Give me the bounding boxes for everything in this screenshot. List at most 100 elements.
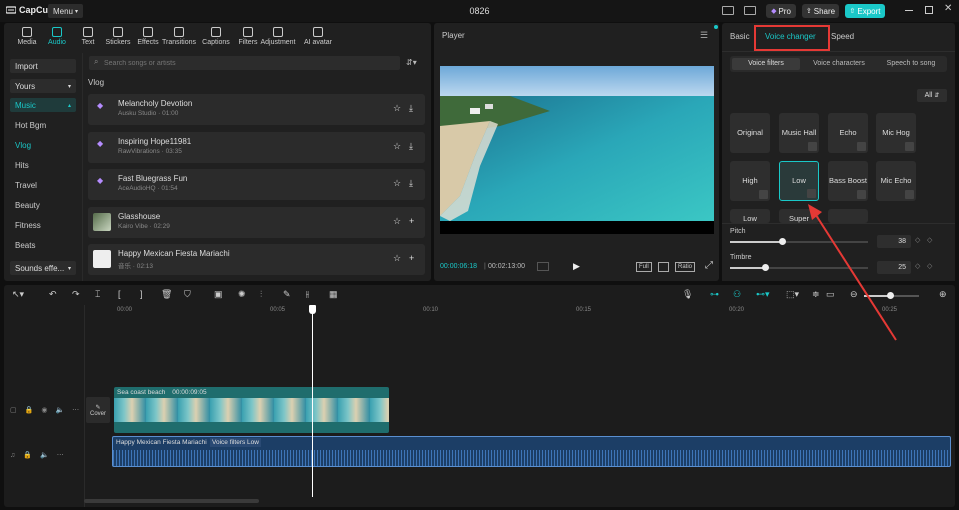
hamburger-menu-icon[interactable]: ☰ [700, 30, 708, 41]
main-track-magnet-icon[interactable]: ⊶ [710, 289, 719, 300]
more-icon[interactable]: ⋯ [57, 451, 64, 459]
import-button[interactable]: Import [10, 59, 76, 73]
list-item[interactable]: ◆ Inspiring Hope11981 RawVibrations · 03:3… [88, 131, 425, 163]
favorite-star-icon[interactable]: ☆ [393, 253, 401, 264]
lock-icon[interactable]: 🔒 [25, 406, 34, 414]
tab-speed[interactable]: Speed [831, 32, 854, 41]
sub-tab-speech-to-song[interactable]: Speech to song [877, 58, 945, 70]
redo-icon[interactable]: ↷ [72, 289, 80, 300]
calendar-icon[interactable]: ▦ [329, 289, 338, 300]
delete-icon[interactable]: 🗑 [161, 289, 172, 300]
playhead-handle[interactable] [309, 305, 316, 314]
tab-adjustment[interactable]: Adjustment [260, 27, 296, 46]
ratio-button[interactable]: Ratio [675, 262, 696, 272]
lock-icon[interactable]: 🔒 [23, 451, 32, 459]
video-preview[interactable] [440, 66, 714, 234]
shortcuts-icon[interactable] [744, 6, 756, 15]
pitch-stepper-icon[interactable]: ◇ [915, 236, 920, 244]
add-icon[interactable]: + [409, 216, 414, 226]
speaker-icon[interactable]: 🔈 [55, 406, 64, 414]
sub-tab-voice-characters[interactable]: Voice characters [804, 58, 874, 70]
sidebar-item-hits[interactable]: Hits [15, 161, 29, 170]
tab-basic[interactable]: Basic [730, 32, 750, 41]
voice-filter-echo[interactable]: Echo [828, 113, 868, 153]
filter-sort-icon[interactable]: ⇵▾ [406, 58, 417, 67]
zoom-in-icon[interactable]: ⊕ [939, 289, 947, 300]
sub-tab-voice-filters[interactable]: Voice filters [732, 58, 800, 70]
sounds-effects-dropdown[interactable]: Sounds effe... ▾ [10, 261, 76, 275]
effect-icon[interactable]: ✺ [238, 289, 246, 300]
crop-icon[interactable] [658, 262, 669, 272]
favorite-star-icon[interactable]: ☆ [393, 103, 401, 114]
list-item[interactable]: Happy Mexican Fiesta Mariachi 音乐 · 02:13 ☆… [88, 244, 425, 275]
audio-split-icon[interactable]: ⫲ [306, 289, 309, 300]
timbre-keyframe-icon[interactable]: ◇ [927, 262, 932, 270]
pitch-slider-knob[interactable] [779, 238, 787, 245]
shield-icon[interactable]: ⛉ [184, 289, 191, 300]
list-item[interactable]: ◆ Fast Bluegrass Fun AceAudioHQ · 01:54 ☆ ⤓ [88, 169, 425, 200]
favorite-star-icon[interactable]: ☆ [393, 216, 401, 227]
pro-button[interactable]: ◆ Pro [766, 4, 796, 18]
menu-button[interactable]: Menu ▾ [48, 4, 83, 18]
download-icon[interactable]: ⤓ [409, 141, 413, 152]
play-icon[interactable]: ▶ [573, 261, 580, 272]
list-item[interactable]: ◆ Melancholy Devotion Ausku Studio · 01:00… [88, 94, 425, 125]
full-button[interactable]: Full [636, 262, 652, 272]
add-icon[interactable]: + [409, 253, 414, 263]
select-tool-icon[interactable]: ↖▾ [12, 289, 24, 300]
tab-transitions[interactable]: Transitions [161, 27, 197, 46]
voice-filter-original[interactable]: Original [730, 113, 770, 153]
sidebar-item-hot-bgm[interactable]: Hot Bgm [15, 121, 46, 130]
sidebar-item-beats[interactable]: Beats [15, 241, 35, 250]
search-box[interactable]: ⌕ [89, 56, 400, 70]
audio-clip[interactable]: Happy Mexican Fiesta Mariachi Voice filt… [112, 436, 951, 467]
undo-icon[interactable]: ↶ [49, 289, 57, 300]
video-clip[interactable]: Sea coast beach 00:00:09:05 [114, 387, 389, 433]
search-input[interactable] [104, 57, 394, 69]
sidebar-item-beauty[interactable]: Beauty [15, 201, 40, 210]
voice-filter-music-hall[interactable]: Music Hall [779, 113, 819, 153]
tab-captions[interactable]: Captions [198, 27, 234, 46]
more-icon[interactable]: ⋯ [72, 406, 79, 414]
linkage-icon[interactable]: ⊷▾ [756, 289, 770, 300]
download-icon[interactable]: ⤓ [409, 103, 413, 114]
microphone-icon[interactable]: 🎙 [682, 289, 693, 300]
voice-filter-low[interactable]: Low [779, 161, 819, 201]
voice-filter-mic-echo[interactable]: Mic Echo [876, 161, 916, 201]
share-button[interactable]: ⇪ Share [802, 4, 839, 18]
filter-all-dropdown[interactable]: All ⇵ [917, 89, 947, 102]
timeline-scrollbar[interactable] [84, 499, 259, 503]
close-icon[interactable]: ✕ [944, 3, 952, 14]
image-edit-icon[interactable]: ▣ [214, 289, 223, 300]
split-right-icon[interactable]: ] [140, 289, 143, 299]
sidebar-item-travel[interactable]: Travel [15, 181, 37, 190]
split-icon[interactable]: ⌶ [95, 289, 100, 300]
split-left-icon[interactable]: [ [118, 289, 121, 299]
voice-filter-low[interactable]: Low [730, 209, 770, 223]
list-item[interactable]: Glasshouse Kairo Vibe · 02:29 ☆ + [88, 206, 425, 238]
magic-icon[interactable]: ✎ [283, 289, 291, 300]
export-button[interactable]: ⇧ Export [845, 4, 885, 18]
tab-ai-avatar[interactable]: AI avatar [300, 27, 336, 46]
sidebar-item-fitness[interactable]: Fitness [15, 221, 41, 230]
minimize-icon[interactable] [905, 10, 913, 11]
eye-icon[interactable]: ◉ [41, 406, 47, 414]
auto-snap-icon[interactable]: ⚇ [733, 289, 741, 300]
yours-dropdown[interactable]: Yours ▾ [10, 79, 76, 93]
voice-filter-high[interactable]: High [730, 161, 770, 201]
download-icon[interactable]: ⤓ [409, 178, 413, 189]
timecode-grid-icon[interactable] [537, 262, 549, 271]
preview-axis-icon[interactable]: ⬚▾ [786, 289, 799, 300]
cover-button[interactable]: ✎ Cover [86, 397, 110, 423]
sidebar-item-vlog[interactable]: Vlog [15, 141, 31, 150]
timbre-slider-knob[interactable] [761, 264, 769, 271]
music-dropdown[interactable]: Music ▴ [10, 98, 76, 112]
pitch-keyframe-icon[interactable]: ◇ [927, 236, 932, 244]
favorite-star-icon[interactable]: ☆ [393, 178, 401, 189]
voice-filter-mic-hog[interactable]: Mic Hog [876, 113, 916, 153]
voice-filter-bass-boost[interactable]: Bass Boost [828, 161, 868, 201]
speaker-icon[interactable]: 🔈 [40, 451, 49, 459]
playhead[interactable] [312, 305, 313, 497]
fullscreen-icon[interactable]: ⤢ [705, 260, 713, 271]
adjust-icon[interactable]: ⫶ [260, 289, 262, 300]
